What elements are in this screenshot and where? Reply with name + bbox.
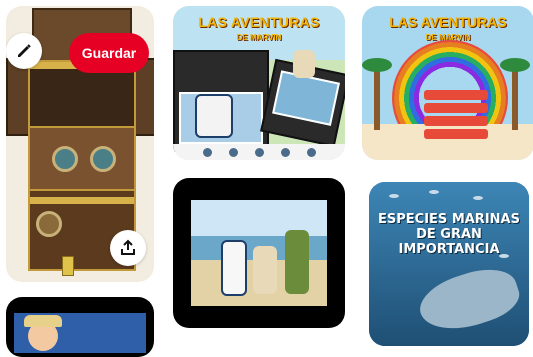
pin-cartoon-partial[interactable]: [6, 297, 154, 357]
menu-bar: [173, 144, 345, 160]
cartoon-scene-image: [191, 200, 327, 306]
pin-title: ESPECIES MARINAS DE GRAN IMPORTANCIA: [378, 212, 520, 257]
sailor-character: [221, 240, 247, 296]
pencil-icon: [16, 43, 32, 59]
pin-treasure-chest-papercraft[interactable]: Guardar: [6, 6, 154, 282]
share-upload-icon: [119, 239, 137, 257]
save-button[interactable]: Guardar: [69, 33, 149, 73]
pin-title: LAS AVENTURAS: [198, 14, 320, 30]
edit-button[interactable]: [6, 33, 42, 69]
share-button[interactable]: [110, 230, 146, 266]
pin-title: LAS AVENTURAS: [389, 14, 507, 30]
game-menu: [424, 90, 488, 142]
pin-subtitle: DE MARVIN: [236, 33, 282, 42]
old-man-character: [293, 50, 315, 78]
pin-especies-marinas[interactable]: ESPECIES MARINAS DE GRAN IMPORTANCIA: [369, 182, 529, 346]
pin-cartoon-beach-scene[interactable]: [173, 178, 345, 328]
pin-aventuras-marvin-film[interactable]: LAS AVENTURAS DE MARVIN: [173, 6, 345, 160]
cartoon-scene-image: [14, 313, 146, 353]
sailor-character: [195, 94, 233, 138]
chest-lower-panel: [28, 126, 136, 192]
chest-leg: [62, 256, 74, 276]
green-jacket-character: [285, 230, 309, 294]
old-man-character: [253, 246, 277, 294]
pin-aventuras-marvin-rainbow[interactable]: LAS AVENTURAS DE MARVIN: [362, 6, 533, 160]
